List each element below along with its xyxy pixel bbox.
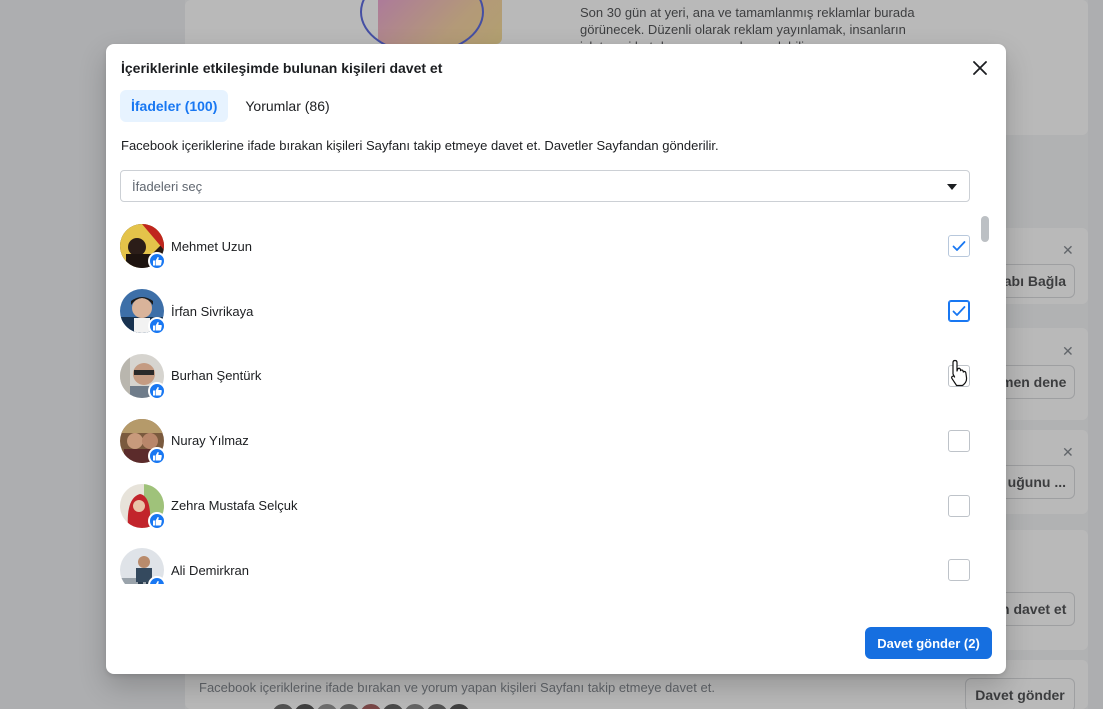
person-row: Zehra Mustafa Selçuk: [120, 473, 980, 538]
select-checkbox[interactable]: [948, 364, 970, 387]
person-name: Burhan Şentürk: [171, 368, 262, 384]
tab-reactions[interactable]: İfadeler (100): [120, 90, 229, 122]
caret-down-icon: [947, 184, 957, 190]
person-row: Burhan Şentürk: [120, 344, 980, 409]
select-checkbox[interactable]: [948, 300, 970, 323]
select-checkbox[interactable]: [948, 559, 970, 582]
like-icon: [148, 446, 166, 465]
person-name: Mehmet Uzun: [171, 238, 252, 254]
avatar: [120, 418, 166, 465]
avatar: [120, 548, 166, 584]
checkmark-icon: [952, 306, 966, 317]
list-scrollbar[interactable]: [981, 216, 989, 242]
select-placeholder: İfadeleri seç: [132, 178, 203, 194]
like-icon: [148, 511, 166, 530]
person-row: Mehmet Uzun: [120, 214, 980, 279]
select-checkbox[interactable]: [948, 429, 970, 452]
close-button[interactable]: [968, 56, 992, 80]
reactions-select[interactable]: İfadeleri seç: [120, 170, 970, 202]
person-name: Nuray Yılmaz: [171, 433, 249, 449]
person-name: Zehra Mustafa Selçuk: [171, 498, 298, 514]
tab-comments[interactable]: Yorumlar (86): [234, 90, 340, 122]
close-icon: [973, 61, 987, 75]
send-invite-button[interactable]: Davet gönder (2): [865, 627, 992, 659]
like-icon: [148, 252, 166, 271]
like-icon: [148, 381, 166, 400]
like-icon: [148, 317, 166, 336]
like-icon: [148, 576, 166, 584]
person-row: İrfan Sivrikaya: [120, 279, 980, 344]
avatar: [120, 289, 166, 336]
invite-dialog: İçeriklerinle etkileşimde bulunan kişile…: [106, 44, 1006, 674]
person-row: Ali Demirkran: [120, 538, 980, 584]
person-name: Ali Demirkran: [171, 562, 250, 578]
tab-bar: İfadeler (100) Yorumlar (86): [120, 90, 341, 122]
select-checkbox[interactable]: [948, 494, 970, 517]
person-name: İrfan Sivrikaya: [171, 303, 254, 319]
dialog-description: Facebook içeriklerine ifade bırakan kişi…: [121, 138, 719, 153]
avatar: [120, 353, 166, 400]
select-checkbox[interactable]: [948, 235, 970, 258]
person-row: Nuray Yılmaz: [120, 408, 980, 473]
people-list[interactable]: Mehmet Uzun İrfan Sivrikaya Burhan Şentü…: [120, 214, 980, 584]
avatar: [120, 483, 166, 530]
avatar: [120, 224, 166, 271]
dialog-title: İçeriklerinle etkileşimde bulunan kişile…: [121, 60, 443, 76]
checkmark-icon: [952, 241, 966, 252]
